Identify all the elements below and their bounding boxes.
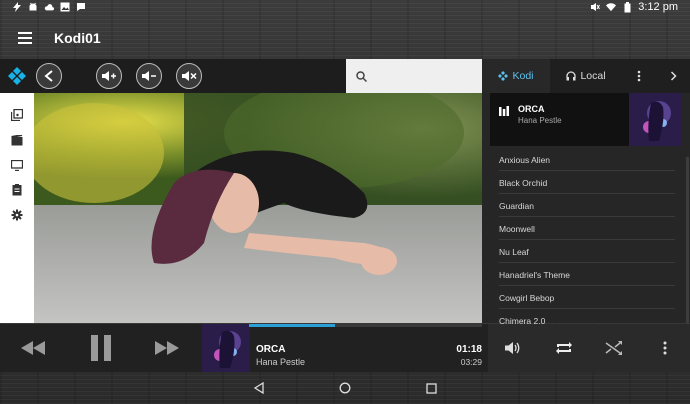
tab-kodi-label: Kodi	[512, 70, 534, 82]
shuffle-icon	[605, 341, 622, 355]
back-button[interactable]	[36, 63, 62, 89]
volume-up-button[interactable]	[96, 63, 122, 89]
search-input[interactable]	[374, 67, 478, 87]
fast-forward-icon	[155, 341, 179, 355]
playlist-track[interactable]: Hanadriel's Theme	[499, 264, 675, 286]
player-controls-right	[488, 324, 690, 372]
search-box[interactable]	[346, 59, 482, 93]
player-artist: Hana Pestle	[256, 357, 306, 367]
movies-icon[interactable]	[9, 132, 25, 148]
player-bar: ORCA Hana Pestle 01:18 03:29	[0, 324, 690, 372]
overflow-menu-button[interactable]	[622, 59, 656, 93]
image-icon	[60, 2, 70, 12]
now-playing-artist: Hana Pestle	[518, 116, 562, 125]
album-art	[629, 93, 682, 146]
side-navigation	[0, 93, 34, 323]
tab-kodi[interactable]: Kodi	[482, 59, 550, 93]
repeat-button[interactable]	[554, 339, 574, 357]
mute-icon	[590, 2, 601, 12]
playlist-track[interactable]: Anxious Alien	[499, 149, 675, 171]
equalizer-icon	[499, 103, 509, 121]
nav-recents-button[interactable]	[424, 381, 438, 395]
cloud-icon	[44, 2, 54, 12]
search-icon	[356, 69, 368, 87]
circle-home-icon	[339, 382, 351, 394]
now-playing-title: ORCA	[518, 104, 545, 114]
playlist-track[interactable]: Guardian	[499, 195, 675, 217]
next-page-button[interactable]	[656, 59, 690, 93]
app-bar: Kodi01	[0, 22, 690, 56]
status-bar: 3:12 pm	[0, 0, 690, 16]
playlist-track[interactable]: Nu Leaf	[499, 241, 675, 263]
rewind-button[interactable]	[20, 338, 46, 358]
artist-fanart-image	[34, 93, 482, 323]
pause-icon	[91, 335, 111, 361]
progress-bar[interactable]	[249, 324, 482, 327]
playlist-track[interactable]: Cowgirl Bebop	[499, 287, 675, 309]
playlist-track[interactable]: Moonwell	[499, 218, 675, 240]
app-title: Kodi01	[54, 30, 101, 46]
shuffle-button[interactable]	[604, 339, 624, 357]
more-vert-icon	[663, 341, 667, 355]
chevron-right-icon	[670, 71, 677, 81]
rewind-icon	[21, 341, 45, 355]
volume-button[interactable]	[504, 339, 522, 357]
playlist-icon[interactable]	[9, 182, 25, 198]
music-library-icon[interactable]	[9, 107, 25, 123]
kodi-tab-icon	[498, 71, 509, 81]
system-navigation-bar	[0, 374, 690, 404]
menu-icon[interactable]	[18, 32, 32, 44]
square-recents-icon	[425, 382, 437, 394]
tab-local-label: Local	[580, 70, 606, 82]
battery-icon	[622, 1, 632, 12]
repeat-icon	[556, 342, 572, 354]
bolt-icon	[12, 2, 22, 12]
nav-back-button[interactable]	[252, 381, 266, 395]
volume-down-button[interactable]	[136, 63, 162, 89]
settings-icon[interactable]	[9, 207, 25, 223]
headphones-icon	[566, 71, 577, 81]
nav-home-button[interactable]	[338, 381, 352, 395]
total-time: 03:29	[460, 357, 482, 367]
player-title: ORCA	[256, 344, 286, 355]
pause-button[interactable]	[88, 334, 114, 362]
tv-icon[interactable]	[9, 157, 25, 173]
more-vert-icon	[637, 70, 641, 82]
playlist-scrollbar[interactable]	[686, 157, 689, 323]
mute-button[interactable]	[176, 63, 202, 89]
wifi-icon	[606, 2, 617, 12]
player-album-art[interactable]	[202, 324, 250, 372]
now-playing-card[interactable]: ORCA Hana Pestle	[490, 93, 682, 146]
fast-forward-button[interactable]	[154, 338, 180, 358]
android-icon	[28, 2, 38, 12]
player-menu-button[interactable]	[658, 339, 672, 357]
status-time: 3:12 pm	[638, 1, 678, 13]
toolbar: Kodi Local	[0, 59, 690, 93]
playlist-track[interactable]: Black Orchid	[499, 172, 675, 194]
volume-icon	[505, 342, 520, 354]
tab-local[interactable]: Local	[550, 59, 622, 93]
triangle-back-icon	[254, 382, 264, 394]
chat-icon	[76, 2, 86, 12]
elapsed-time: 01:18	[456, 344, 482, 355]
kodi-logo-icon[interactable]	[6, 65, 28, 87]
progress-fill	[249, 324, 336, 327]
playlist-panel: ORCA Hana Pestle Anxious Alien Black Orch…	[482, 93, 690, 332]
source-tabs: Kodi Local	[482, 59, 690, 93]
